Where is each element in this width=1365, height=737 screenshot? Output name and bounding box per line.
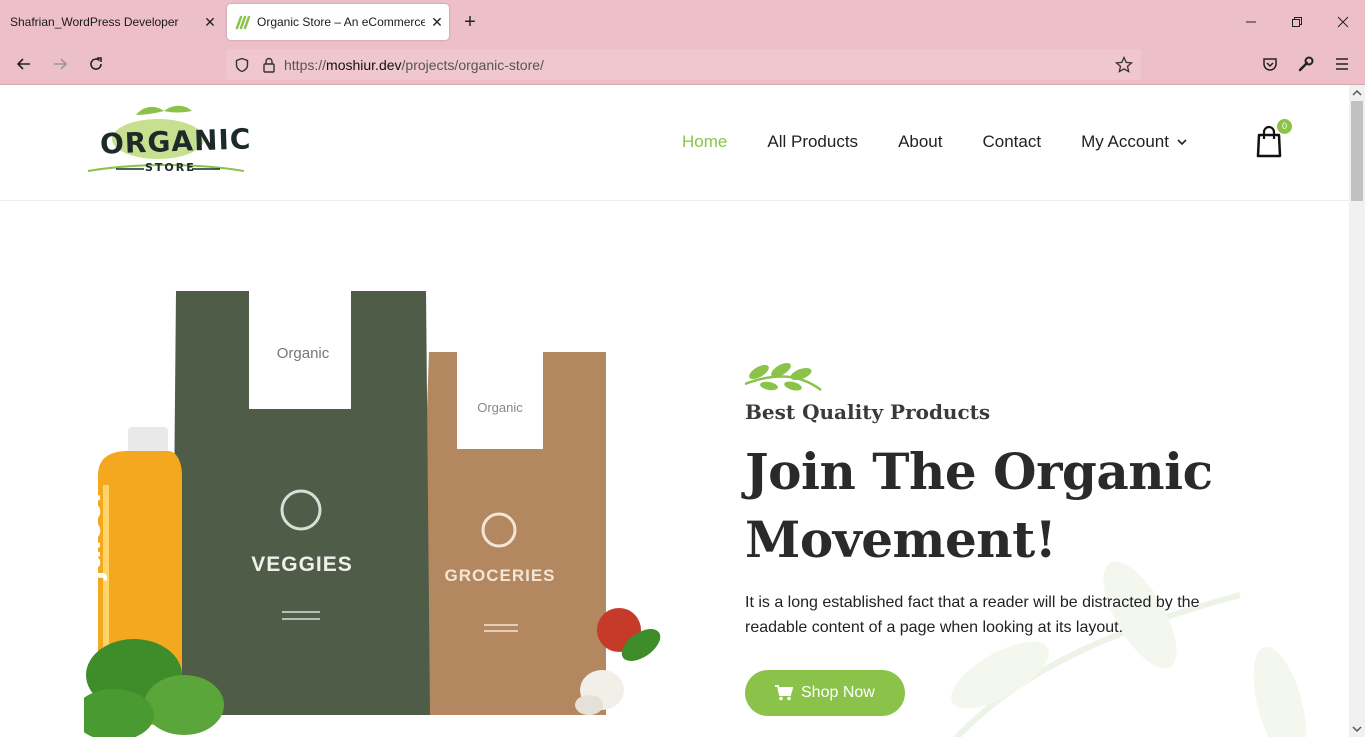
- logo-subtext: STORE: [145, 161, 196, 174]
- my-account-label: My Account: [1081, 132, 1169, 151]
- scroll-down-icon[interactable]: [1352, 725, 1362, 733]
- restore-icon[interactable]: [1274, 0, 1320, 44]
- chevron-down-icon: [1177, 139, 1187, 146]
- back-icon[interactable]: [9, 50, 39, 78]
- scroll-up-icon[interactable]: [1352, 89, 1362, 97]
- minimize-icon[interactable]: [1228, 0, 1274, 44]
- shop-now-label: Shop Now: [801, 684, 875, 701]
- tab-title: Organic Store – An eCommerce: [257, 15, 425, 29]
- menu-all-products[interactable]: All Products: [767, 132, 858, 152]
- leaf-favicon-icon: [235, 15, 251, 30]
- site-logo[interactable]: ORGANIC STORE: [86, 103, 252, 181]
- reload-icon[interactable]: [81, 50, 111, 78]
- logo-text: ORGANIC: [99, 122, 252, 161]
- browser-nav-bar: https://moshiur.dev/projects/organic-sto…: [0, 44, 1365, 85]
- bag-label-brand: Organic: [477, 400, 523, 415]
- cart-count-badge: 0: [1277, 119, 1292, 134]
- menu-my-account[interactable]: My Account: [1081, 132, 1187, 152]
- cart-button[interactable]: 0: [1255, 119, 1292, 159]
- menu-about[interactable]: About: [898, 132, 942, 152]
- shield-icon[interactable]: [234, 57, 250, 73]
- scrollbar-thumb[interactable]: [1351, 101, 1363, 201]
- tab-title: Shafrian_WordPress Developer: [10, 15, 179, 29]
- leaf-decoration-icon: [745, 363, 822, 392]
- cart-icon: [775, 685, 793, 701]
- shop-now-button[interactable]: Shop Now: [745, 670, 905, 716]
- hero-eyebrow: Best Quality Products: [745, 400, 991, 424]
- tab-organic-store[interactable]: Organic Store – An eCommerce ✕: [227, 4, 449, 40]
- forward-icon[interactable]: [45, 50, 75, 78]
- wrench-icon[interactable]: [1291, 50, 1321, 78]
- web-page: ORGANIC STORE Home All Products About Co…: [0, 85, 1349, 737]
- site-header: ORGANIC STORE Home All Products About Co…: [0, 85, 1349, 201]
- lock-icon[interactable]: [262, 57, 276, 73]
- tab-shafrian[interactable]: Shafrian_WordPress Developer ✕: [0, 0, 222, 44]
- close-icon[interactable]: ✕: [425, 14, 449, 31]
- menu-home[interactable]: Home: [682, 132, 727, 152]
- star-bookmark-icon[interactable]: [1115, 55, 1133, 74]
- menu-icon[interactable]: [1327, 50, 1357, 78]
- pocket-icon[interactable]: [1255, 50, 1285, 78]
- close-window-icon[interactable]: [1320, 0, 1365, 44]
- new-tab-icon[interactable]: +: [458, 10, 482, 34]
- address-bar[interactable]: https://moshiur.dev/projects/organic-sto…: [226, 49, 1141, 80]
- close-icon[interactable]: ✕: [198, 14, 222, 31]
- browser-tab-bar: Shafrian_WordPress Developer ✕ Organic S…: [0, 0, 1365, 44]
- url-text: https://moshiur.dev/projects/organic-sto…: [284, 56, 544, 73]
- hero-content: Best Quality Products Join The Organic M…: [745, 360, 1265, 716]
- hero-headline: Join The Organic Movement!: [745, 442, 1213, 569]
- bag-label-brand: Organic: [276, 345, 330, 362]
- bottle-label: juice.: [70, 493, 108, 580]
- hero-description: It is a long established fact that a rea…: [745, 594, 1200, 636]
- bag-label-groceries: GROCERIES: [444, 566, 556, 585]
- main-menu: Home All Products About Contact My Accou…: [682, 132, 1227, 152]
- page-scrollbar[interactable]: [1349, 85, 1365, 737]
- menu-contact[interactable]: Contact: [983, 132, 1042, 152]
- hero-products-image: [84, 291, 661, 737]
- bag-label-veggies: VEGGIES: [251, 553, 353, 576]
